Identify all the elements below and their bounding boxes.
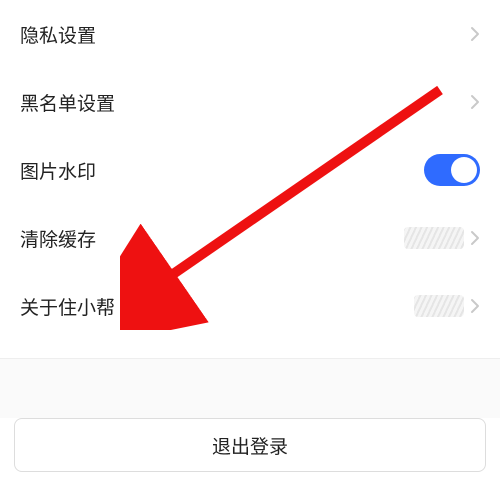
row-label: 关于住小帮: [20, 293, 115, 320]
settings-row-watermark[interactable]: 图片水印: [20, 136, 480, 204]
chevron-right-icon: [470, 94, 480, 110]
row-label: 黑名单设置: [20, 89, 115, 116]
row-label: 图片水印: [20, 157, 96, 184]
obscured-value: [414, 295, 464, 317]
logout-label: 退出登录: [212, 432, 288, 459]
obscured-value: [404, 227, 464, 249]
watermark-toggle[interactable]: [424, 154, 480, 186]
chevron-right-icon: [470, 298, 480, 314]
settings-row-blacklist[interactable]: 黑名单设置: [20, 68, 480, 136]
row-label: 清除缓存: [20, 225, 96, 252]
chevron-right-icon: [470, 230, 480, 246]
settings-row-about[interactable]: 关于住小帮: [20, 272, 480, 340]
toggle-knob: [451, 157, 477, 183]
logout-button[interactable]: 退出登录: [14, 418, 486, 472]
section-divider: [0, 358, 500, 418]
settings-row-privacy[interactable]: 隐私设置: [20, 0, 480, 68]
chevron-right-icon: [470, 26, 480, 42]
settings-row-clear-cache[interactable]: 清除缓存: [20, 204, 480, 272]
row-label: 隐私设置: [20, 21, 96, 48]
